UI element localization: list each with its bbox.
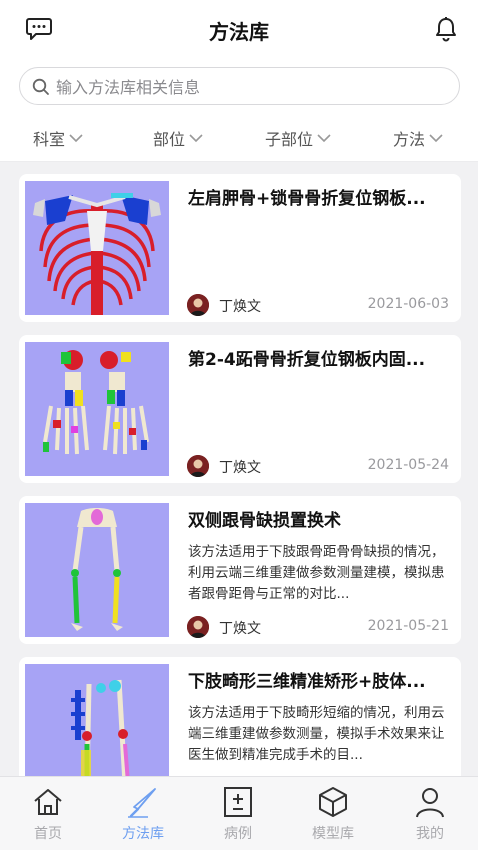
card-title: 双侧跟骨缺损置换术 xyxy=(188,511,341,531)
ribcage-model-image xyxy=(25,181,169,315)
tab-label: 我的 xyxy=(416,826,444,842)
tab-cases[interactable]: 病例 xyxy=(193,785,283,845)
tab-label: 病例 xyxy=(224,826,252,842)
method-card[interactable]: 第2-4跖骨骨折复位钢板内固... 丁焕文 2021-05-24 xyxy=(19,335,461,483)
avatar xyxy=(187,616,209,638)
card-description: 该方法适用于下肢畸形短缩的情况，利用云端三维重建做参数测量，模拟手术效果来让医生… xyxy=(188,705,445,763)
card-thumbnail xyxy=(25,503,169,637)
filter-label: 科室 xyxy=(33,130,66,149)
card-date: 2021-05-24 xyxy=(367,457,449,473)
chevron-down-icon xyxy=(189,134,203,143)
card-date: 2021-06-03 xyxy=(367,296,449,312)
tab-label: 模型库 xyxy=(312,826,354,842)
chevron-down-icon xyxy=(317,134,331,143)
user-icon xyxy=(416,788,444,818)
search-section xyxy=(0,60,478,114)
tab-profile[interactable]: 我的 xyxy=(385,785,475,845)
filter-label: 方法 xyxy=(393,130,426,149)
search-icon xyxy=(32,78,49,95)
method-card[interactable]: 双侧跟骨缺损置换术 该方法适用于下肢跟骨距骨骨缺损的情况，利用云端三维重建做参数… xyxy=(19,496,461,644)
method-card[interactable]: 左肩胛骨+锁骨骨折复位钢板... 丁焕文 2021-06-03 xyxy=(19,174,461,322)
filter-bar: 科室 部位 子部位 方法 xyxy=(0,114,478,162)
filter-body-part[interactable]: 部位 xyxy=(153,126,203,150)
card-thumbnail xyxy=(25,342,169,476)
avatar xyxy=(187,294,209,316)
tab-method-library[interactable]: 方法库 xyxy=(98,785,188,845)
page-title: 方法库 xyxy=(209,20,269,44)
bell-icon[interactable] xyxy=(434,16,458,42)
tab-label: 方法库 xyxy=(122,826,164,842)
bottom-tab-bar: 首页 方法库 病例 模型库 我的 xyxy=(0,776,478,850)
filter-label: 子部位 xyxy=(265,130,314,149)
foot-model-image xyxy=(25,342,169,476)
filter-sub-part[interactable]: 子部位 xyxy=(265,126,331,150)
scalpel-icon xyxy=(128,788,156,818)
search-bar[interactable] xyxy=(19,67,460,105)
card-thumbnail xyxy=(25,181,169,315)
card-author: 丁焕文 xyxy=(219,299,261,315)
case-icon xyxy=(224,787,252,817)
chevron-down-icon xyxy=(429,134,443,143)
tab-model-library[interactable]: 模型库 xyxy=(288,785,378,845)
author-avatar-image xyxy=(187,294,209,316)
filter-department[interactable]: 科室 xyxy=(33,126,83,150)
legs-model-image xyxy=(25,503,169,637)
search-input[interactable] xyxy=(56,74,446,100)
chevron-down-icon xyxy=(69,134,83,143)
home-icon xyxy=(34,789,62,815)
card-title: 下肢畸形三维精准矫形+肢体... xyxy=(188,672,426,692)
author-avatar-image xyxy=(187,616,209,638)
filter-label: 部位 xyxy=(153,130,186,149)
author-avatar-image xyxy=(187,455,209,477)
card-title: 左肩胛骨+锁骨骨折复位钢板... xyxy=(188,189,426,209)
card-author: 丁焕文 xyxy=(219,460,261,476)
card-description: 该方法适用于下肢跟骨距骨骨缺损的情况，利用云端三维重建做参数测量建模，模拟患者跟… xyxy=(188,544,445,602)
card-author: 丁焕文 xyxy=(219,621,261,637)
tab-label: 首页 xyxy=(34,826,62,842)
avatar xyxy=(187,455,209,477)
card-title: 第2-4跖骨骨折复位钢板内固... xyxy=(188,350,426,370)
filter-method[interactable]: 方法 xyxy=(393,126,443,150)
tab-home[interactable]: 首页 xyxy=(3,785,93,845)
cube-icon xyxy=(319,787,347,817)
card-date: 2021-05-21 xyxy=(367,618,449,634)
top-bar: 方法库 xyxy=(0,0,478,60)
